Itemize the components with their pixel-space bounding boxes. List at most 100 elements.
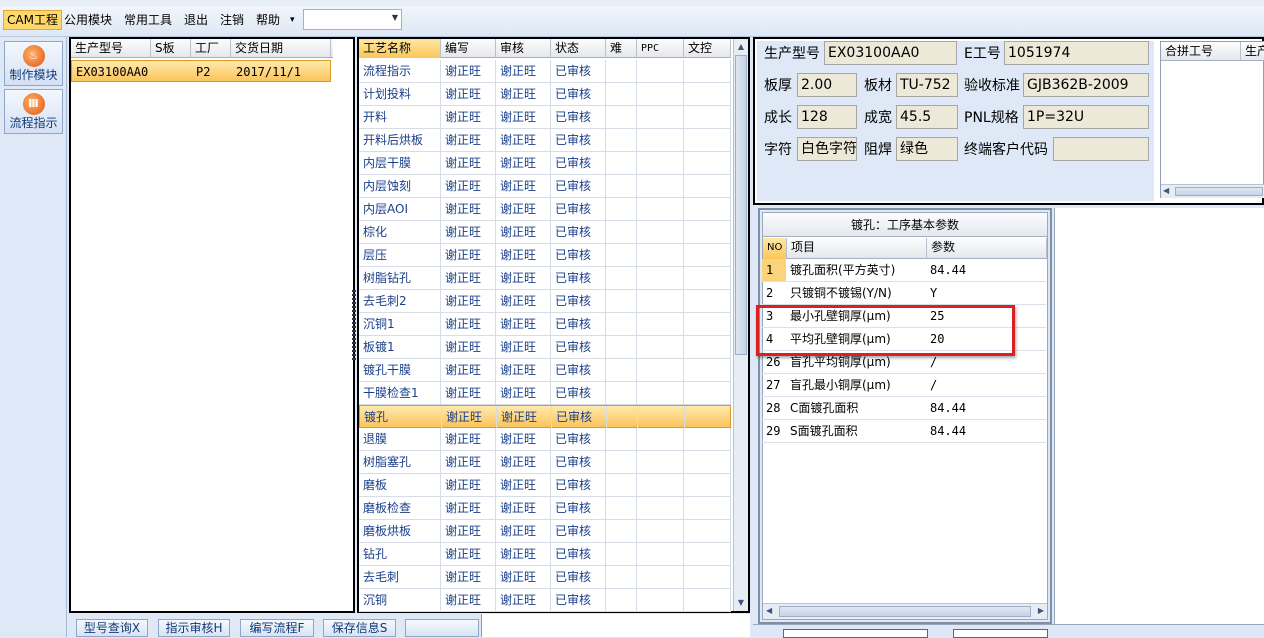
table-row[interactable]: 29 S面镀孔面积 84.44 bbox=[762, 420, 1046, 443]
model-field[interactable]: EX03100AA0 bbox=[824, 41, 957, 65]
cell-ppc bbox=[637, 336, 684, 358]
char-field[interactable]: 白色字符 bbox=[797, 137, 857, 161]
table-row[interactable]: 树脂钻孔 谢正旺 谢正旺 已审核 bbox=[359, 267, 731, 290]
params-hscroll-thumb[interactable] bbox=[779, 606, 1031, 617]
cell-writer: 谢正旺 bbox=[441, 175, 496, 197]
menu-common-tools[interactable]: 常用工具 bbox=[124, 11, 172, 29]
table-row[interactable]: 2 只镀铜不镀锡(Y/N) Y bbox=[762, 282, 1046, 305]
col-difficulty[interactable]: 难 bbox=[606, 39, 637, 58]
table-row[interactable]: 流程指示 谢正旺 谢正旺 已审核 bbox=[359, 60, 731, 83]
save-info-button[interactable]: 保存信息S bbox=[323, 619, 396, 637]
cell-ppc bbox=[637, 520, 684, 542]
table-row[interactable]: 去毛刺 谢正旺 谢正旺 已审核 bbox=[359, 566, 731, 589]
col-item[interactable]: 项目 bbox=[787, 238, 927, 259]
menu-cam-project[interactable]: CAM工程 bbox=[3, 10, 62, 30]
col-no[interactable]: NO bbox=[763, 238, 787, 259]
table-row[interactable]: 钻孔 谢正旺 谢正旺 已审核 bbox=[359, 543, 731, 566]
thickness-field[interactable]: 2.00 bbox=[797, 73, 857, 97]
col-model[interactable]: 生产型号 bbox=[71, 39, 151, 58]
table-row[interactable]: 沉铜 谢正旺 谢正旺 已审核 bbox=[359, 589, 731, 612]
table-row[interactable]: 镀孔干膜 谢正旺 谢正旺 已审核 bbox=[359, 359, 731, 382]
table-row[interactable]: 去毛刺2 谢正旺 谢正旺 已审核 bbox=[359, 290, 731, 313]
col-reviewer[interactable]: 审核 bbox=[496, 39, 551, 58]
table-row[interactable]: 开料后烘板 谢正旺 谢正旺 已审核 bbox=[359, 129, 731, 152]
splitter-handle[interactable] bbox=[352, 290, 356, 360]
table-row[interactable]: 磨板烘板 谢正旺 谢正旺 已审核 bbox=[359, 520, 731, 543]
cell-status: 已审核 bbox=[551, 313, 606, 335]
help-dropdown-icon[interactable]: ▾ bbox=[290, 11, 295, 29]
width-field[interactable]: 45.5 bbox=[896, 105, 958, 129]
scroll-up-icon[interactable]: ▲ bbox=[734, 41, 748, 53]
scroll-left-icon[interactable]: ◀ bbox=[1163, 186, 1169, 195]
menu-exit[interactable]: 退出 bbox=[184, 11, 208, 29]
table-row[interactable]: 计划投料 谢正旺 谢正旺 已审核 bbox=[359, 83, 731, 106]
table-row[interactable]: 1 镀孔面积(平方英寸) 84.44 bbox=[762, 259, 1046, 282]
process-scrollbar[interactable]: ▲ ▼ bbox=[733, 39, 748, 611]
table-row[interactable]: 镀孔 谢正旺 谢正旺 已审核 bbox=[359, 405, 731, 428]
table-row[interactable]: 沉铜1 谢正旺 谢正旺 已审核 bbox=[359, 313, 731, 336]
cell-doc bbox=[684, 290, 731, 312]
customer-field[interactable] bbox=[1053, 137, 1149, 161]
table-row[interactable]: EX03100AA0 P2 2017/11/1 bbox=[71, 60, 331, 82]
table-row[interactable]: 树脂塞孔 谢正旺 谢正旺 已审核 bbox=[359, 451, 731, 474]
table-row[interactable]: 内层蚀刻 谢正旺 谢正旺 已审核 bbox=[359, 175, 731, 198]
menu-public-module[interactable]: 公用模块 bbox=[64, 11, 112, 29]
nav-flow-instruction[interactable]: Ⅲ 流程指示 bbox=[4, 89, 63, 134]
eno-field[interactable]: 1051974 bbox=[1004, 41, 1149, 65]
standard-field[interactable]: GJB362B-2009 bbox=[1023, 73, 1149, 97]
cell-ppc bbox=[637, 244, 684, 266]
cell-reviewer: 谢正旺 bbox=[496, 106, 551, 128]
table-row[interactable]: 棕化 谢正旺 谢正旺 已审核 bbox=[359, 221, 731, 244]
pnl-label: PNL规格 bbox=[964, 110, 1019, 126]
cell-ppc bbox=[637, 382, 684, 404]
col-ppc[interactable]: PPC bbox=[637, 39, 684, 58]
col-s-board[interactable]: S板 bbox=[151, 39, 191, 58]
merge-hscroll[interactable]: ◀ bbox=[1161, 184, 1264, 198]
nav-make-module[interactable]: ♨ 制作模块 bbox=[4, 41, 63, 86]
table-row[interactable]: 27 盲孔最小铜厚(μm) / bbox=[762, 374, 1046, 397]
blank-button[interactable] bbox=[405, 619, 479, 637]
col-doc-control[interactable]: 文控 bbox=[684, 39, 731, 58]
length-field[interactable]: 128 bbox=[797, 105, 857, 129]
table-row[interactable]: 内层干膜 谢正旺 谢正旺 已审核 bbox=[359, 152, 731, 175]
menu-combo-box[interactable]: ▼ bbox=[303, 9, 402, 30]
table-row[interactable]: 内层AOI 谢正旺 谢正旺 已审核 bbox=[359, 198, 731, 221]
col-writer[interactable]: 编写 bbox=[441, 39, 496, 58]
param-item: 盲孔最小铜厚(μm) bbox=[790, 378, 891, 392]
col-factory[interactable]: 工厂 bbox=[191, 39, 231, 58]
scroll-down-icon[interactable]: ▼ bbox=[734, 597, 748, 609]
chevron-down-icon[interactable]: ▼ bbox=[392, 13, 398, 22]
pnl-field[interactable]: 1P=32U bbox=[1023, 105, 1149, 129]
table-row[interactable]: 退膜 谢正旺 谢正旺 已审核 bbox=[359, 428, 731, 451]
table-row[interactable]: 干膜检查1 谢正旺 谢正旺 已审核 bbox=[359, 382, 731, 405]
mask-field[interactable]: 绿色 bbox=[896, 137, 958, 161]
col-value[interactable]: 参数 bbox=[927, 238, 1047, 259]
cell-difficulty bbox=[606, 543, 637, 565]
col-status[interactable]: 状态 bbox=[551, 39, 606, 58]
table-row[interactable]: 28 C面镀孔面积 84.44 bbox=[762, 397, 1046, 420]
params-hscroll[interactable]: ◀ ▶ bbox=[763, 603, 1047, 619]
cell-name: 内层AOI bbox=[359, 198, 441, 220]
table-row[interactable]: 层压 谢正旺 谢正旺 已审核 bbox=[359, 244, 731, 267]
table-row[interactable]: 磨板 谢正旺 谢正旺 已审核 bbox=[359, 474, 731, 497]
col-merge-prod[interactable]: 生产 bbox=[1241, 42, 1264, 61]
model-query-button[interactable]: 型号查询X bbox=[76, 619, 148, 637]
scroll-right-icon[interactable]: ▶ bbox=[1038, 606, 1044, 615]
cell-reviewer: 谢正旺 bbox=[496, 589, 551, 611]
instruction-review-button[interactable]: 指示审核H bbox=[158, 619, 230, 637]
merge-hscroll-thumb[interactable] bbox=[1175, 187, 1263, 196]
col-merge-no[interactable]: 合拼工号 bbox=[1161, 42, 1241, 61]
scroll-thumb[interactable] bbox=[735, 55, 747, 355]
col-process-name[interactable]: 工艺名称 bbox=[359, 39, 441, 58]
menu-help[interactable]: 帮助 bbox=[256, 11, 280, 29]
menu-logout[interactable]: 注销 bbox=[220, 11, 244, 29]
fire-icon: ♨ bbox=[22, 45, 45, 67]
scroll-left-icon[interactable]: ◀ bbox=[766, 606, 772, 615]
table-row[interactable]: 开料 谢正旺 谢正旺 已审核 bbox=[359, 106, 731, 129]
material-field[interactable]: TU-752 bbox=[896, 73, 958, 97]
col-delivery-date[interactable]: 交货日期 bbox=[231, 39, 331, 58]
write-flow-button[interactable]: 编写流程F bbox=[240, 619, 314, 637]
char-label: 字符 bbox=[764, 142, 792, 158]
table-row[interactable]: 板镀1 谢正旺 谢正旺 已审核 bbox=[359, 336, 731, 359]
table-row[interactable]: 磨板检查 谢正旺 谢正旺 已审核 bbox=[359, 497, 731, 520]
